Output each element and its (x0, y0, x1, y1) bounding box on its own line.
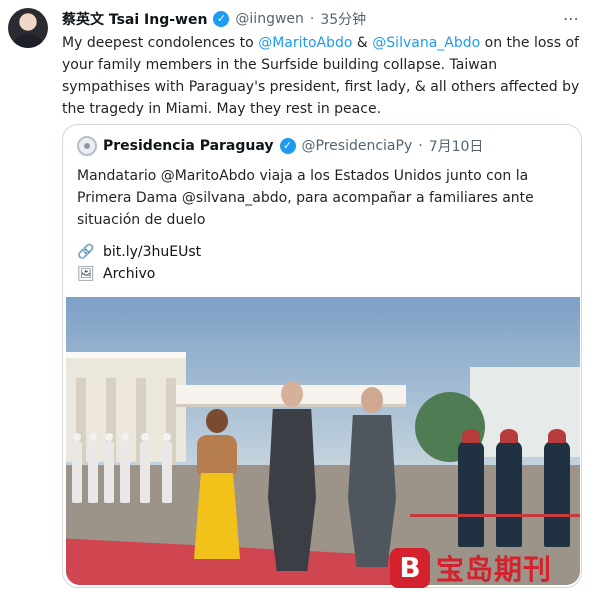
barrier-rope (410, 514, 580, 517)
image-icon: 🖼 (77, 266, 95, 282)
quoted-tweet-date[interactable]: 7月10日 (429, 136, 484, 156)
tweet-text-part: My deepest condolences to (62, 35, 259, 51)
more-icon[interactable]: ⋯ (563, 9, 580, 28)
soldier-figure (544, 429, 570, 547)
watermark-logo: B (390, 548, 430, 588)
tweet-card: 蔡英文 Tsai Ing-wen ✓ @iingwen · 35分钟 ⋯ My … (0, 0, 600, 598)
dot-separator: · (309, 11, 315, 27)
author-name[interactable]: 蔡英文 Tsai Ing-wen (62, 9, 207, 29)
honor-guard (104, 433, 114, 503)
mention-link[interactable]: @Silvana_Abdo (372, 35, 480, 51)
honor-guard (72, 433, 82, 503)
author-handle[interactable]: @iingwen (235, 11, 303, 27)
first-lady-figure (194, 409, 240, 559)
quoted-author-name[interactable]: Presidencia Paraguay (103, 138, 274, 154)
watermark: B 宝岛期刊 (390, 542, 595, 594)
verified-check-icon: ✓ (213, 11, 230, 27)
quoted-link[interactable]: bit.ly/3huEUst (103, 244, 201, 260)
official-figure (344, 387, 400, 567)
quoted-tweet[interactable]: Presidencia Paraguay ✓ @PresidenciaPy · … (62, 124, 582, 588)
quoted-archive-row[interactable]: 🖼 Archivo (77, 265, 155, 283)
watermark-text: 宝岛期刊 (436, 553, 553, 586)
link-icon: 🔗 (77, 244, 95, 260)
tweet-text-part: & (352, 35, 373, 51)
soldier-figure (458, 429, 484, 547)
tweet-text: My deepest condolences to @MaritoAbdo & … (62, 32, 582, 120)
quoted-link-row[interactable]: 🔗 bit.ly/3huEUst (77, 243, 201, 261)
quoted-tweet-header: Presidencia Paraguay ✓ @PresidenciaPy · … (77, 136, 483, 156)
honor-guard (88, 433, 98, 503)
tweet-header: 蔡英文 Tsai Ing-wen ✓ @iingwen · 35分钟 (62, 8, 366, 30)
honor-guard (140, 433, 150, 503)
verified-check-icon: ✓ (279, 138, 296, 154)
mention-link[interactable]: @MaritoAbdo (258, 35, 352, 51)
soldier-figure (496, 429, 522, 547)
honor-guard (120, 433, 130, 503)
quoted-author-avatar[interactable] (77, 136, 97, 156)
author-avatar[interactable] (8, 8, 48, 48)
quoted-author-handle[interactable]: @PresidenciaPy (302, 138, 413, 154)
president-figure (264, 381, 320, 571)
honor-guard (162, 433, 172, 503)
tweet-time[interactable]: 35分钟 (320, 9, 366, 29)
dot-separator: · (418, 138, 423, 154)
archive-label[interactable]: Archivo (103, 266, 155, 282)
quoted-tweet-text: Mandatario @MaritoAbdo viaja a los Estad… (77, 168, 534, 228)
